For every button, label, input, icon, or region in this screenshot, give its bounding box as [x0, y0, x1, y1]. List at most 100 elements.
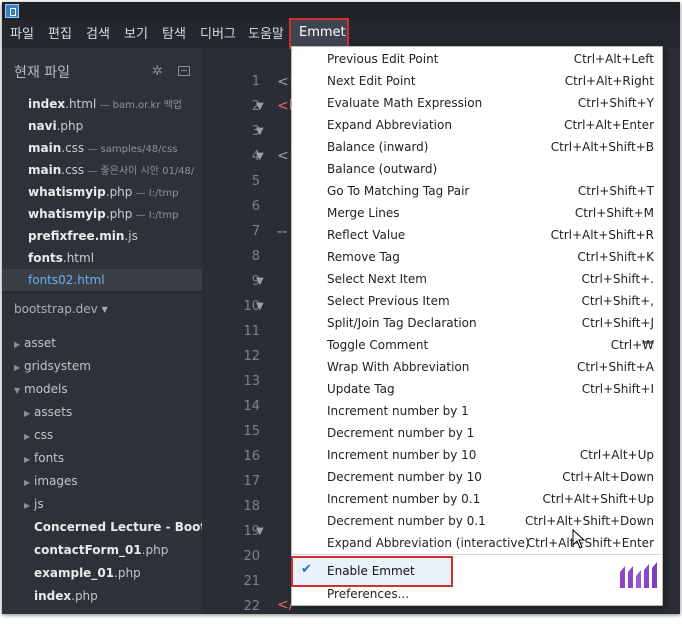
- tree-item-label: assets: [34, 405, 73, 419]
- menu-item-label: Wrap With Abbreviation: [327, 360, 470, 374]
- menu-edit[interactable]: 편집: [48, 26, 72, 44]
- menu-item-shortcut: Ctrl+Alt+Up: [579, 448, 654, 462]
- tree-item-label: asset: [24, 336, 56, 350]
- chevron-right-icon: ▶: [14, 340, 21, 349]
- menu-item[interactable]: Wrap With Abbreviation Ctrl+Shift+A: [292, 356, 662, 378]
- file-name: prefixfree.min: [28, 229, 125, 243]
- menu-item-label: Decrement number by 10: [327, 470, 482, 484]
- chevron-right-icon: ▶: [24, 409, 31, 418]
- file-name: fonts: [28, 251, 63, 265]
- tree-item-label: models: [24, 382, 68, 396]
- fold-toggle-icon[interactable]: ▼: [256, 126, 264, 137]
- menu-item[interactable]: Select Next Item Ctrl+Shift+.: [292, 268, 662, 290]
- menu-debug[interactable]: 디버그: [200, 26, 236, 44]
- menu-file[interactable]: 파일: [10, 26, 34, 44]
- line-number: 16: [243, 449, 260, 464]
- menu-item[interactable]: Next Edit Point Ctrl+Alt+Right: [292, 70, 662, 92]
- tree-folder[interactable]: ▶ assets: [24, 401, 72, 423]
- menu-item[interactable]: Expand Abbreviation (interactive) Ctrl+Al…: [292, 532, 662, 554]
- menu-item[interactable]: Increment number by 0.1 Ctrl+Alt+Shift+Up: [292, 488, 662, 510]
- fold-toggle-icon[interactable]: ▼: [256, 101, 264, 112]
- menu-item[interactable]: Reflect Value Ctrl+Alt+Shift+R: [292, 224, 662, 246]
- menu-navigate[interactable]: 탐색: [162, 26, 186, 44]
- menu-item-enable-emmet[interactable]: ✔ Enable Emmet: [291, 556, 453, 587]
- menu-item[interactable]: Split/Join Tag Declaration Ctrl+Shift+J: [292, 312, 662, 334]
- tree-folder[interactable]: ▶ images: [24, 470, 78, 492]
- menu-emmet[interactable]: Emmet: [289, 18, 349, 49]
- menu-view[interactable]: 보기: [124, 26, 148, 44]
- working-file-item[interactable]: whatismyip.php — I:/tmp: [2, 181, 202, 203]
- menu-item-label: Increment number by 1: [327, 404, 469, 418]
- menu-item[interactable]: Merge Lines Ctrl+Shift+M: [292, 202, 662, 224]
- tree-folder[interactable]: ▶ asset: [14, 332, 56, 354]
- menu-item[interactable]: Select Previous Item Ctrl+Shift+,: [292, 290, 662, 312]
- fold-toggle-icon[interactable]: ▼: [256, 276, 264, 287]
- menu-item[interactable]: Remove Tag Ctrl+Shift+K: [292, 246, 662, 268]
- tree-folder[interactable]: ▶ fonts: [24, 447, 64, 469]
- menu-find[interactable]: 검색: [86, 26, 110, 44]
- line-number: 18: [243, 499, 260, 514]
- tree-file[interactable]: example_01.php: [24, 562, 141, 584]
- menu-item[interactable]: Balance (inward) Ctrl+Alt+Shift+B: [292, 136, 662, 158]
- working-file-item[interactable]: main.css — samples/48/css: [2, 137, 202, 159]
- menu-help[interactable]: 도움말: [248, 26, 284, 44]
- menu-item-shortcut: Ctrl+Shift+T: [577, 184, 654, 198]
- tree-item-label: css: [34, 428, 54, 442]
- menu-item[interactable]: Previous Edit Point Ctrl+Alt+Left: [292, 48, 662, 70]
- working-file-item[interactable]: index.html — bam.or.kr 백업: [2, 93, 202, 115]
- menu-item-shortcut: Ctrl+Alt+Enter: [564, 118, 654, 132]
- working-file-item[interactable]: whatismyip.php — I:/tmp: [2, 203, 202, 225]
- menu-item-shortcut: Ctrl+Shift+A: [577, 360, 654, 374]
- menu-item-label: Decrement number by 1: [327, 426, 475, 440]
- menu-item-shortcut: Ctrl+Alt+Down: [562, 470, 654, 484]
- working-file-item[interactable]: prefixfree.min.js: [2, 225, 202, 247]
- project-dropdown[interactable]: bootstrap.dev ▾: [14, 302, 108, 316]
- menu-item-label: Select Previous Item: [327, 294, 450, 308]
- menu-item-shortcut: Ctrl+Shift+K: [577, 250, 654, 264]
- menu-item[interactable]: Balance (outward): [292, 158, 662, 180]
- tree-file[interactable]: contactForm_01.php: [24, 539, 168, 561]
- menu-item[interactable]: Evaluate Math Expression Ctrl+Shift+Y: [292, 92, 662, 114]
- emmet-logo-icon: [620, 562, 657, 588]
- working-file-item[interactable]: fonts02.html: [2, 269, 202, 291]
- fold-toggle-icon[interactable]: ▼: [256, 151, 264, 162]
- menu-item-shortcut: Ctrl+Shift+.: [581, 272, 654, 286]
- menu-item[interactable]: Decrement number by 0.1 Ctrl+Alt+Shift+Do…: [292, 510, 662, 532]
- file-name: whatismyip: [28, 185, 106, 199]
- menu-item[interactable]: Toggle Comment Ctrl+₩: [292, 334, 662, 356]
- tree-folder[interactable]: ▶ gridsystem: [14, 355, 91, 377]
- menu-item-label: Evaluate Math Expression: [327, 96, 483, 110]
- line-number: 1: [251, 74, 260, 89]
- file-extension: .php: [105, 185, 133, 199]
- file-extension: .php: [141, 543, 169, 557]
- menu-item[interactable]: Increment number by 10 Ctrl+Alt+Up: [292, 444, 662, 466]
- menu-item[interactable]: Update Tag Ctrl+Shift+I: [292, 378, 662, 400]
- menu-item-label: Increment number by 0.1: [327, 492, 481, 506]
- tree-file[interactable]: index.php: [24, 585, 98, 607]
- gear-icon[interactable]: ✲: [152, 64, 163, 79]
- tree-folder[interactable]: ▶ js: [24, 493, 44, 515]
- file-extension: .php: [114, 566, 141, 580]
- fold-toggle-icon[interactable]: ▼: [256, 301, 264, 312]
- working-file-item[interactable]: fonts.html: [2, 247, 202, 269]
- menu-item[interactable]: Go To Matching Tag Pair Ctrl+Shift+T: [292, 180, 662, 202]
- tree-folder[interactable]: ▶ css: [24, 424, 53, 446]
- menu-item-shortcut: Ctrl+₩: [610, 338, 654, 352]
- menu-item[interactable]: Expand Abbreviation Ctrl+Alt+Enter: [292, 114, 662, 136]
- working-file-item[interactable]: main.css — 좋은사이 시안 01/48/: [2, 159, 202, 181]
- menu-item[interactable]: Increment number by 1: [292, 400, 662, 422]
- line-number: 9: [251, 274, 260, 289]
- file-path: — 좋은사이 시안 01/48/: [84, 166, 195, 177]
- tree-item-label: contactForm_01: [34, 543, 142, 557]
- line-number: 14: [243, 399, 260, 414]
- sidebar-divider: [2, 292, 202, 293]
- menu-item-shortcut: Ctrl+Shift+J: [581, 316, 654, 330]
- working-file-item[interactable]: navi.php: [2, 115, 202, 137]
- tree-folder[interactable]: ▼ models: [14, 378, 68, 400]
- fold-toggle-icon[interactable]: ▼: [256, 526, 264, 537]
- line-number: 13: [243, 374, 260, 389]
- split-view-icon[interactable]: [178, 66, 190, 76]
- line-number: 3: [251, 124, 260, 139]
- menu-item[interactable]: Decrement number by 1: [292, 422, 662, 444]
- menu-item[interactable]: Decrement number by 10 Ctrl+Alt+Down: [292, 466, 662, 488]
